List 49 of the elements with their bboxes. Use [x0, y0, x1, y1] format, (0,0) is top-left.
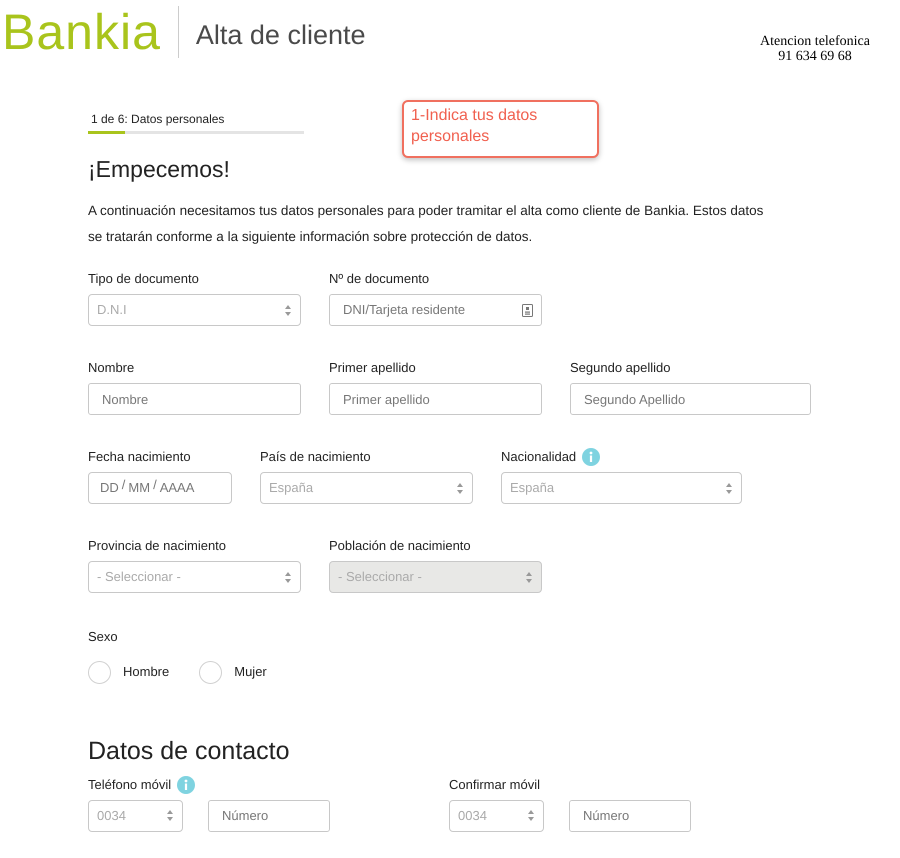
- field-label: Segundo apellido: [570, 359, 670, 378]
- field-label: Tipo de documento: [88, 270, 199, 288]
- radio-label: Mujer: [234, 663, 267, 682]
- stepper-arrows-icon: [166, 809, 174, 822]
- field-label: Fecha nacimiento: [88, 448, 191, 466]
- heading: ¡Empecemos!: [88, 155, 231, 184]
- date-field[interactable]: DD / MM / AAAA: [88, 472, 232, 504]
- radio-button[interactable]: [88, 660, 111, 684]
- page-title: Alta de cliente: [196, 18, 366, 52]
- stepper-arrows-icon: [284, 570, 292, 584]
- phone-number: 91 634 69 68: [778, 49, 852, 64]
- select-field[interactable]: D.N.I: [88, 294, 301, 326]
- field-label: Confirmar móvil: [449, 776, 540, 794]
- select-field[interactable]: España: [260, 472, 473, 504]
- field-label: Nombre: [88, 359, 134, 378]
- info-icon[interactable]: [177, 776, 196, 794]
- input-field[interactable]: Número: [208, 800, 330, 832]
- field-label: Teléfono móvil: [88, 776, 172, 794]
- step-label: 1 de 6: Datos personales: [90, 112, 226, 126]
- input-field[interactable]: DNI/Tarjeta residente: [329, 294, 542, 326]
- select-field[interactable]: 0034: [88, 800, 183, 832]
- stepper-arrows-icon: [525, 570, 533, 584]
- field-label: Primer apellido: [329, 359, 416, 378]
- input-field[interactable]: Segundo Apellido: [570, 383, 811, 415]
- intro-paragraph: A continuación necesitamos tus datos personales para poder tramitar el alta como cliente de Bankia. Estos datos se tratarán conforme a la siguiente información sobre protección de datos.: [88, 202, 764, 246]
- field-label: Nº de documento: [329, 270, 430, 288]
- field-label: Población de nacimiento: [329, 537, 471, 556]
- stepper-arrows-icon: [527, 809, 535, 822]
- select-field[interactable]: España: [501, 472, 742, 504]
- logo: Bankia: [2, 7, 161, 57]
- field-label: Nacionalidad: [501, 448, 576, 466]
- phone-label: Atencion telefonica: [760, 34, 870, 49]
- radio-button[interactable]: [199, 660, 222, 684]
- input-field[interactable]: Número: [569, 800, 691, 832]
- field-label: País de nacimiento: [260, 448, 371, 466]
- stepper-arrows-icon: [284, 304, 292, 316]
- stepper-arrows-icon: [725, 482, 733, 494]
- section-heading: Datos de contacto: [88, 736, 291, 766]
- input-field[interactable]: Nombre: [88, 383, 301, 415]
- info-icon[interactable]: [582, 448, 600, 466]
- field-label: Provincia de nacimiento: [88, 537, 226, 556]
- field-label: Sexo: [88, 628, 119, 646]
- radio-label: Hombre: [123, 663, 170, 682]
- stepper-arrows-icon: [456, 482, 464, 494]
- input-field[interactable]: Primer apellido: [329, 383, 542, 415]
- id-card-icon: [522, 304, 533, 316]
- select-field[interactable]: - Seleccionar -: [88, 561, 301, 593]
- annotation-callout: 1-Indica tus datos personales: [402, 100, 599, 158]
- select-field[interactable]: 0034: [449, 800, 544, 832]
